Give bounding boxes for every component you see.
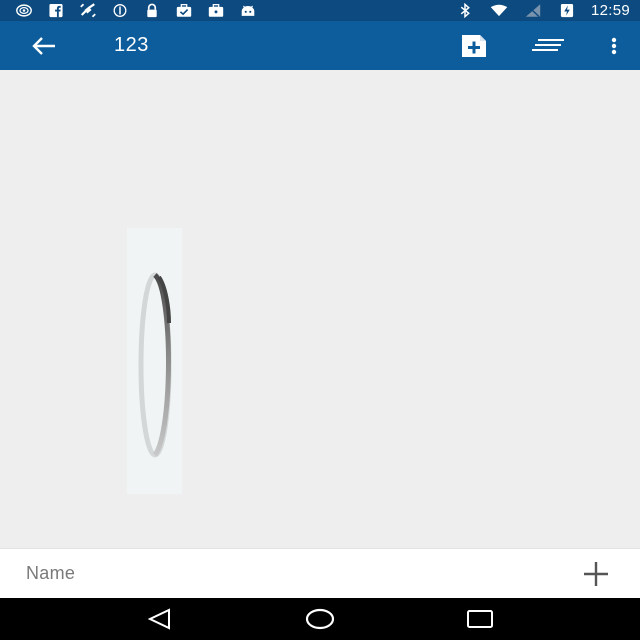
app-screen: 12:59 123 (0, 0, 640, 640)
status-bar: 12:59 (0, 0, 640, 21)
lock-icon (142, 3, 162, 19)
plus-icon (584, 561, 608, 586)
battery-charging-icon (557, 3, 577, 19)
system-icons: 12:59 (455, 2, 630, 19)
content-area (0, 70, 640, 548)
status-clock: 12:59 (590, 2, 630, 19)
app-toolbar: 123 (0, 21, 640, 70)
overflow-menu-icon (611, 37, 617, 54)
nav-back-button[interactable] (130, 599, 190, 639)
facebook-icon (46, 3, 66, 19)
name-input[interactable] (0, 549, 570, 598)
nav-home-button[interactable] (290, 599, 350, 639)
add-button[interactable] (570, 550, 622, 598)
sort-button[interactable] (524, 22, 572, 70)
sort-icon (532, 38, 564, 51)
home-circle-icon (305, 608, 335, 630)
spinner-icon (138, 272, 171, 458)
bluetooth-icon (455, 3, 475, 19)
recents-square-icon (467, 610, 493, 628)
back-button[interactable] (20, 22, 68, 70)
satellite-icon (78, 3, 98, 19)
nav-recents-button[interactable] (450, 599, 510, 639)
toolbar-actions (450, 22, 630, 70)
loading-indicator (127, 228, 182, 494)
wifi-icon (489, 3, 509, 19)
system-nav-bar (0, 598, 640, 640)
add-note-button[interactable] (450, 22, 498, 70)
briefcase-check-icon (174, 3, 194, 19)
overflow-menu-button[interactable] (598, 22, 630, 70)
toolbar-title: 123 (114, 34, 149, 56)
notification-icons (14, 3, 258, 19)
android-icon (238, 3, 258, 19)
back-triangle-icon (147, 608, 170, 630)
data-saver-icon (110, 3, 130, 19)
no-signal-icon (523, 3, 543, 19)
add-note-icon (462, 34, 486, 57)
briefcase-icon (206, 3, 226, 19)
add-item-bar (0, 548, 640, 598)
radar-icon (14, 3, 34, 19)
arrow-back-icon (32, 36, 55, 55)
